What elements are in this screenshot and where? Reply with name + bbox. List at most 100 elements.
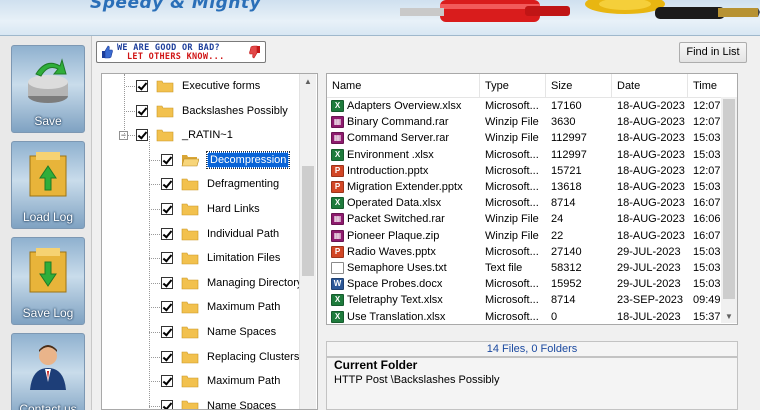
tree-checkbox[interactable]: [136, 129, 148, 142]
column-header-type[interactable]: Type: [480, 74, 546, 98]
tree-node[interactable]: Maximum Path: [161, 297, 280, 317]
tree-connector: [124, 74, 125, 140]
tree-checkbox[interactable]: [161, 301, 173, 314]
tree-node[interactable]: Hard Links: [161, 199, 260, 219]
column-header-size[interactable]: Size: [546, 74, 612, 98]
tree-node[interactable]: Managing Directory: [161, 273, 302, 293]
tree-checkbox[interactable]: [161, 153, 173, 166]
tree-node[interactable]: Individual Path: [161, 224, 279, 244]
tree-checkbox[interactable]: [161, 178, 173, 191]
tree-node[interactable]: Replacing Clusters: [161, 347, 299, 367]
file-size: 22: [551, 229, 564, 242]
file-date: 18-JUL-2023: [617, 310, 681, 323]
file-size: 15952: [551, 278, 582, 291]
tree-node-label: Defragmenting: [207, 178, 280, 191]
tree-node[interactable]: _RATIN~1: [136, 125, 233, 145]
tree-checkbox[interactable]: [161, 326, 173, 338]
file-list-header: Name Type Size Date Time: [327, 74, 737, 98]
load-log-icon: [29, 152, 67, 197]
file-row[interactable]: Semaphore Uses.txt Text file 58312 29-JUL-2…: [327, 260, 737, 276]
file-name: Space Probes.docx: [347, 278, 443, 291]
left-nav: Save Load Log Save Log Contact us: [0, 36, 92, 410]
file-row[interactable]: X Teletraphy Text.xlsx Microsoft... 8714 23-…: [327, 292, 737, 308]
file-name: Environment .xlsx: [347, 148, 434, 161]
list-scroll-thumb[interactable]: [723, 99, 735, 299]
file-row[interactable]: ▦ Command Server.rar Winzip File 112997 18-A…: [327, 130, 737, 146]
file-name: Pioneer Plaque.zip: [347, 229, 440, 242]
feedback-banner[interactable]: WE ARE GOOD OR BAD? LET OTHERS KNOW...: [96, 41, 266, 63]
save-icon: [28, 58, 68, 103]
file-type: Microsoft...: [485, 100, 539, 112]
file-size: 112997: [551, 148, 587, 161]
file-row[interactable]: ▦ Pioneer Plaque.zip Winzip File 22 18-AUG-2…: [327, 228, 737, 244]
file-list: Name Type Size Date Time X Adapters Overview.…: [326, 73, 738, 325]
file-date: 18-AUG-2023: [617, 132, 685, 145]
file-name: Operated Data.xlsx: [347, 197, 442, 210]
file-size: 58312: [551, 262, 582, 274]
tree-node-label: Individual Path: [207, 227, 280, 240]
tree-connector: [149, 209, 160, 210]
tree-node[interactable]: Defragmenting: [161, 174, 279, 194]
file-size: 0: [551, 310, 558, 323]
tree-node[interactable]: Name Spaces: [161, 322, 276, 342]
tree-connector: [149, 307, 160, 309]
banner-line2: LET OTHERS KNOW...: [127, 52, 225, 62]
tree-node[interactable]: Name Spaces: [161, 396, 276, 409]
file-row[interactable]: X Operated Data.xlsx Microsoft... 8714 18-AU…: [327, 195, 737, 211]
list-scrollbar[interactable]: ▼: [721, 97, 737, 323]
file-row[interactable]: P Introduction.pptx Microsoft... 15721 18-AU…: [327, 163, 737, 179]
save-log-button[interactable]: Save Log: [11, 237, 85, 325]
file-date: 18-AUG-2023: [617, 213, 685, 226]
tree-checkbox[interactable]: [161, 227, 173, 240]
file-type: Microsoft...: [485, 148, 539, 161]
tree-checkbox[interactable]: [161, 276, 173, 289]
tree-scroll-thumb[interactable]: [302, 166, 314, 276]
tree-node-label: Hard Links: [207, 203, 260, 215]
file-name: Binary Command.rar: [347, 116, 449, 129]
file-row[interactable]: ▦ Packet Switched.rar Winzip File 24 18-AUG-…: [327, 211, 737, 227]
file-row[interactable]: X Adapters Overview.xlsx Microsoft... 17160…: [327, 98, 737, 114]
column-header-name[interactable]: Name: [327, 74, 480, 98]
contact-us-button[interactable]: Contact us: [11, 333, 85, 410]
tree-checkbox[interactable]: [161, 252, 173, 265]
save-button[interactable]: Save: [11, 45, 85, 133]
file-row[interactable]: X Use Translation.xlsx Microsoft... 0 18-JUL…: [327, 309, 737, 324]
column-header-time[interactable]: Time: [688, 74, 737, 98]
column-header-date[interactable]: Date: [612, 74, 688, 98]
tree-scrollbar[interactable]: ▲: [299, 74, 316, 409]
save-label: Save: [34, 114, 62, 128]
tree-node-label: Executive forms: [182, 80, 261, 92]
find-in-list-button[interactable]: Find in List: [679, 42, 747, 63]
thumbs-up-icon: [102, 45, 113, 59]
tree-node[interactable]: Decompression: [161, 150, 291, 170]
file-date: 18-AUG-2023: [617, 164, 685, 177]
file-name: Migration Extender.pptx: [347, 181, 463, 193]
tree-node[interactable]: Executive forms: [136, 76, 260, 96]
tree-checkbox[interactable]: [161, 399, 173, 409]
file-row[interactable]: P Radio Waves.pptx Microsoft... 27140 29-JUL…: [327, 244, 737, 260]
pptx-file-icon: P: [331, 181, 344, 193]
file-size: 27140: [551, 245, 582, 258]
file-name: Introduction.pptx: [347, 164, 429, 177]
tree-node[interactable]: Backslashes Possibly: [136, 101, 288, 121]
scroll-down-icon[interactable]: ▼: [725, 312, 733, 321]
pptx-file-icon: P: [331, 245, 344, 258]
folder-icon: [181, 203, 199, 216]
file-row[interactable]: P Migration Extender.pptx Microsoft... 1361…: [327, 179, 737, 195]
file-row[interactable]: W Space Probes.docx Microsoft... 15952 29-JU…: [327, 276, 737, 292]
folder-icon: [181, 351, 199, 363]
tree-checkbox[interactable]: [136, 104, 148, 117]
tree-checkbox[interactable]: [136, 80, 148, 92]
file-row[interactable]: X Environment .xlsx Microsoft... 112997 18-A…: [327, 147, 737, 163]
file-date: 29-JUL-2023: [617, 245, 681, 258]
tree-node[interactable]: Limitation Files: [161, 248, 280, 268]
file-date: 29-JUL-2023: [617, 262, 681, 274]
tree-checkbox[interactable]: [161, 203, 173, 215]
tree-connector: [149, 356, 160, 358]
scroll-up-icon[interactable]: ▲: [304, 77, 312, 86]
tree-node[interactable]: Maximum Path: [161, 371, 280, 391]
file-row[interactable]: ▦ Binary Command.rar Winzip File 3630 18-AUG…: [327, 114, 737, 130]
tree-checkbox[interactable]: [161, 375, 173, 388]
load-log-button[interactable]: Load Log: [11, 141, 85, 229]
tree-checkbox[interactable]: [161, 350, 173, 363]
